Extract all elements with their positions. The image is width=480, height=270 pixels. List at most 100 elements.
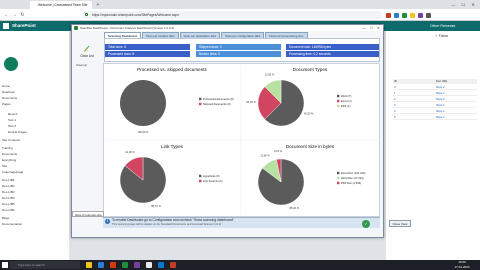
sidebar-item[interactable]: Doc-LIB4 bbox=[2, 196, 15, 200]
sidebar-item[interactable]: Blogs bbox=[2, 216, 10, 220]
sidebar-item[interactable]: Doc-LIB1 bbox=[2, 178, 15, 182]
close-view-button[interactable]: Close View bbox=[389, 220, 411, 227]
ok-check-button[interactable]: ✓ bbox=[362, 220, 370, 228]
slice-label: 11,58 % bbox=[260, 154, 270, 158]
slice-label: 62,50 % bbox=[304, 111, 314, 115]
grid-header-cell[interactable]: ID bbox=[393, 79, 435, 84]
extension-icon[interactable] bbox=[418, 12, 423, 18]
table-row[interactable]: 2 https://... bbox=[393, 97, 477, 102]
legend-entry: PDF (1) bbox=[341, 104, 351, 108]
table-cell: https://... bbox=[436, 109, 447, 113]
url-input[interactable]: https://mydomain.sha bbox=[72, 211, 104, 217]
taskbar-app-icon[interactable] bbox=[110, 262, 116, 268]
pie-slice[interactable] bbox=[120, 80, 166, 126]
taskbar-apps bbox=[86, 261, 176, 269]
stat-document-size: Document size: 146998 bytes bbox=[286, 44, 379, 50]
app-launcher-icon[interactable] bbox=[3, 23, 9, 29]
reload-icon[interactable]: ↻ bbox=[19, 11, 26, 19]
stat-skipped-docs: Skipped docs: 0 bbox=[196, 44, 281, 50]
chart-title: Link Types bbox=[161, 144, 184, 149]
table-row[interactable]: 3 https://... bbox=[393, 103, 477, 108]
sidebar-item[interactable]: Home bbox=[2, 84, 10, 88]
sidebar-item[interactable]: Listen/ags/page bbox=[2, 170, 23, 174]
close-icon[interactable]: ✕ bbox=[471, 2, 474, 7]
sidebar-item[interactable]: Documents bbox=[2, 96, 17, 100]
table-cell: https://... bbox=[436, 97, 447, 101]
pie-chart: Document Types 62,50 % 25,00 % 12,50 % Word … bbox=[246, 67, 352, 127]
table-cell: 5 bbox=[394, 115, 396, 119]
legend-swatch bbox=[337, 104, 340, 108]
sidebar-item[interactable]: Notebook bbox=[2, 90, 15, 94]
browser-tab[interactable]: Welcome | Cavewarted Team Site bbox=[30, 1, 92, 9]
chart-title: Processed vs. skipped documents bbox=[137, 67, 207, 72]
sidebar-item[interactable]: Test 1 bbox=[8, 118, 16, 122]
legend-entry: Excel (1) bbox=[341, 99, 352, 103]
taskbar-app-icon[interactable] bbox=[146, 262, 152, 268]
table-cell: 1 bbox=[394, 91, 396, 95]
taskbar-app-icon[interactable] bbox=[134, 262, 140, 268]
extension-icon[interactable] bbox=[386, 12, 391, 18]
sidebar-item[interactable]: Pages bbox=[2, 102, 11, 106]
table-cell: https://... bbox=[436, 91, 447, 95]
extension-icon[interactable] bbox=[394, 12, 399, 18]
sidebar-item[interactable]: Doc-LIB3 bbox=[2, 190, 15, 194]
grid-header-cell[interactable]: Doc URL bbox=[435, 79, 477, 84]
sidebar-item[interactable]: Doc-LIB5 bbox=[2, 202, 15, 206]
follow-button[interactable]: ☆ Follow bbox=[435, 34, 448, 38]
site-logo[interactable] bbox=[4, 57, 18, 71]
profile-icon[interactable] bbox=[426, 12, 431, 18]
maximize-icon[interactable]: ☐ bbox=[462, 2, 466, 7]
legend-swatch bbox=[337, 176, 340, 180]
stats-panel bbox=[104, 38, 380, 62]
table-row[interactable]: 0 https://... bbox=[393, 85, 477, 90]
sidebar-item[interactable]: Documentation bbox=[2, 222, 22, 226]
message-subtext: This scanning page will be always on for… bbox=[112, 223, 222, 226]
taskbar-app-icon[interactable] bbox=[86, 262, 92, 268]
back-icon[interactable]: ← bbox=[3, 11, 10, 19]
sidebar-item[interactable]: DocLib-Pages bbox=[8, 130, 27, 134]
sidebar-item[interactable]: Training bbox=[2, 146, 13, 150]
taskbar-clock[interactable]: 19:06 17.04.2020 bbox=[446, 260, 478, 270]
sidebar-item[interactable]: Recent bbox=[8, 112, 18, 116]
new-tab-button[interactable]: + bbox=[95, 2, 101, 8]
url-field[interactable]: https://mydomain.sharepoint.com/SitePage… bbox=[82, 11, 382, 19]
legend-swatch bbox=[337, 181, 340, 185]
info-icon: i bbox=[105, 219, 110, 224]
user-name[interactable]: Oliver Reinecke bbox=[430, 21, 455, 31]
extension-icon[interactable] bbox=[410, 12, 415, 18]
sidebar-item[interactable]: Doc-LIB6 bbox=[2, 208, 15, 212]
minimize-icon[interactable]: — bbox=[451, 2, 455, 7]
extension-icons bbox=[386, 11, 478, 19]
sidebar-item[interactable]: Documents bbox=[2, 152, 17, 156]
taskbar-search[interactable]: Type here to search bbox=[10, 261, 80, 269]
extension-icon[interactable] bbox=[402, 12, 407, 18]
sidebar-item[interactable]: Test 2 bbox=[8, 124, 16, 128]
stat-total-docs: Total docs: 8 bbox=[105, 44, 190, 50]
charts-svg: Processed vs. skipped documents 100,00 % P… bbox=[105, 65, 378, 215]
taskbar-app-icon[interactable] bbox=[122, 262, 128, 268]
taskbar-app-icon[interactable] bbox=[98, 262, 104, 268]
windows-start-icon[interactable] bbox=[2, 262, 8, 268]
browser-window-controls: — ☐ ✕ bbox=[448, 0, 478, 9]
legend-entry: Skipped documents (0) bbox=[203, 102, 231, 106]
table-cell: https://... bbox=[436, 103, 447, 107]
sidebar-item[interactable]: Doc-LIB2 bbox=[2, 184, 15, 188]
pie-chart: Document Size in bytes 85,26 % 11,58 % 3,16… bbox=[257, 144, 365, 210]
forward-icon[interactable]: → bbox=[11, 11, 18, 19]
sharepoint-title[interactable]: SharePoint bbox=[12, 21, 36, 31]
sidebar-item[interactable]: Site bbox=[2, 164, 7, 168]
message-text: To enable Dashboard go to Configuration … bbox=[112, 218, 234, 222]
taskbar-app-icon[interactable] bbox=[158, 262, 164, 268]
cleanup-group-label: Cleanup bbox=[76, 63, 88, 67]
sidebar-item[interactable]: Site Contents bbox=[2, 138, 20, 142]
table-row[interactable]: 5 https://... bbox=[393, 115, 477, 120]
legend-entry: PDF Doc (4 634) bbox=[341, 181, 361, 185]
slice-label: 100,00 % bbox=[138, 130, 150, 134]
table-row[interactable]: 1 https://... bbox=[393, 91, 477, 96]
table-cell: 4 bbox=[394, 109, 396, 113]
stat-processing-time: Processing time: 0,2 seconds bbox=[286, 51, 379, 57]
taskbar-app-icon[interactable] bbox=[170, 262, 176, 268]
table-row[interactable]: 4 https://... bbox=[393, 109, 477, 114]
sidebar-item[interactable]: Everything bbox=[2, 158, 16, 162]
clear-list-label: Clear List bbox=[80, 54, 94, 58]
